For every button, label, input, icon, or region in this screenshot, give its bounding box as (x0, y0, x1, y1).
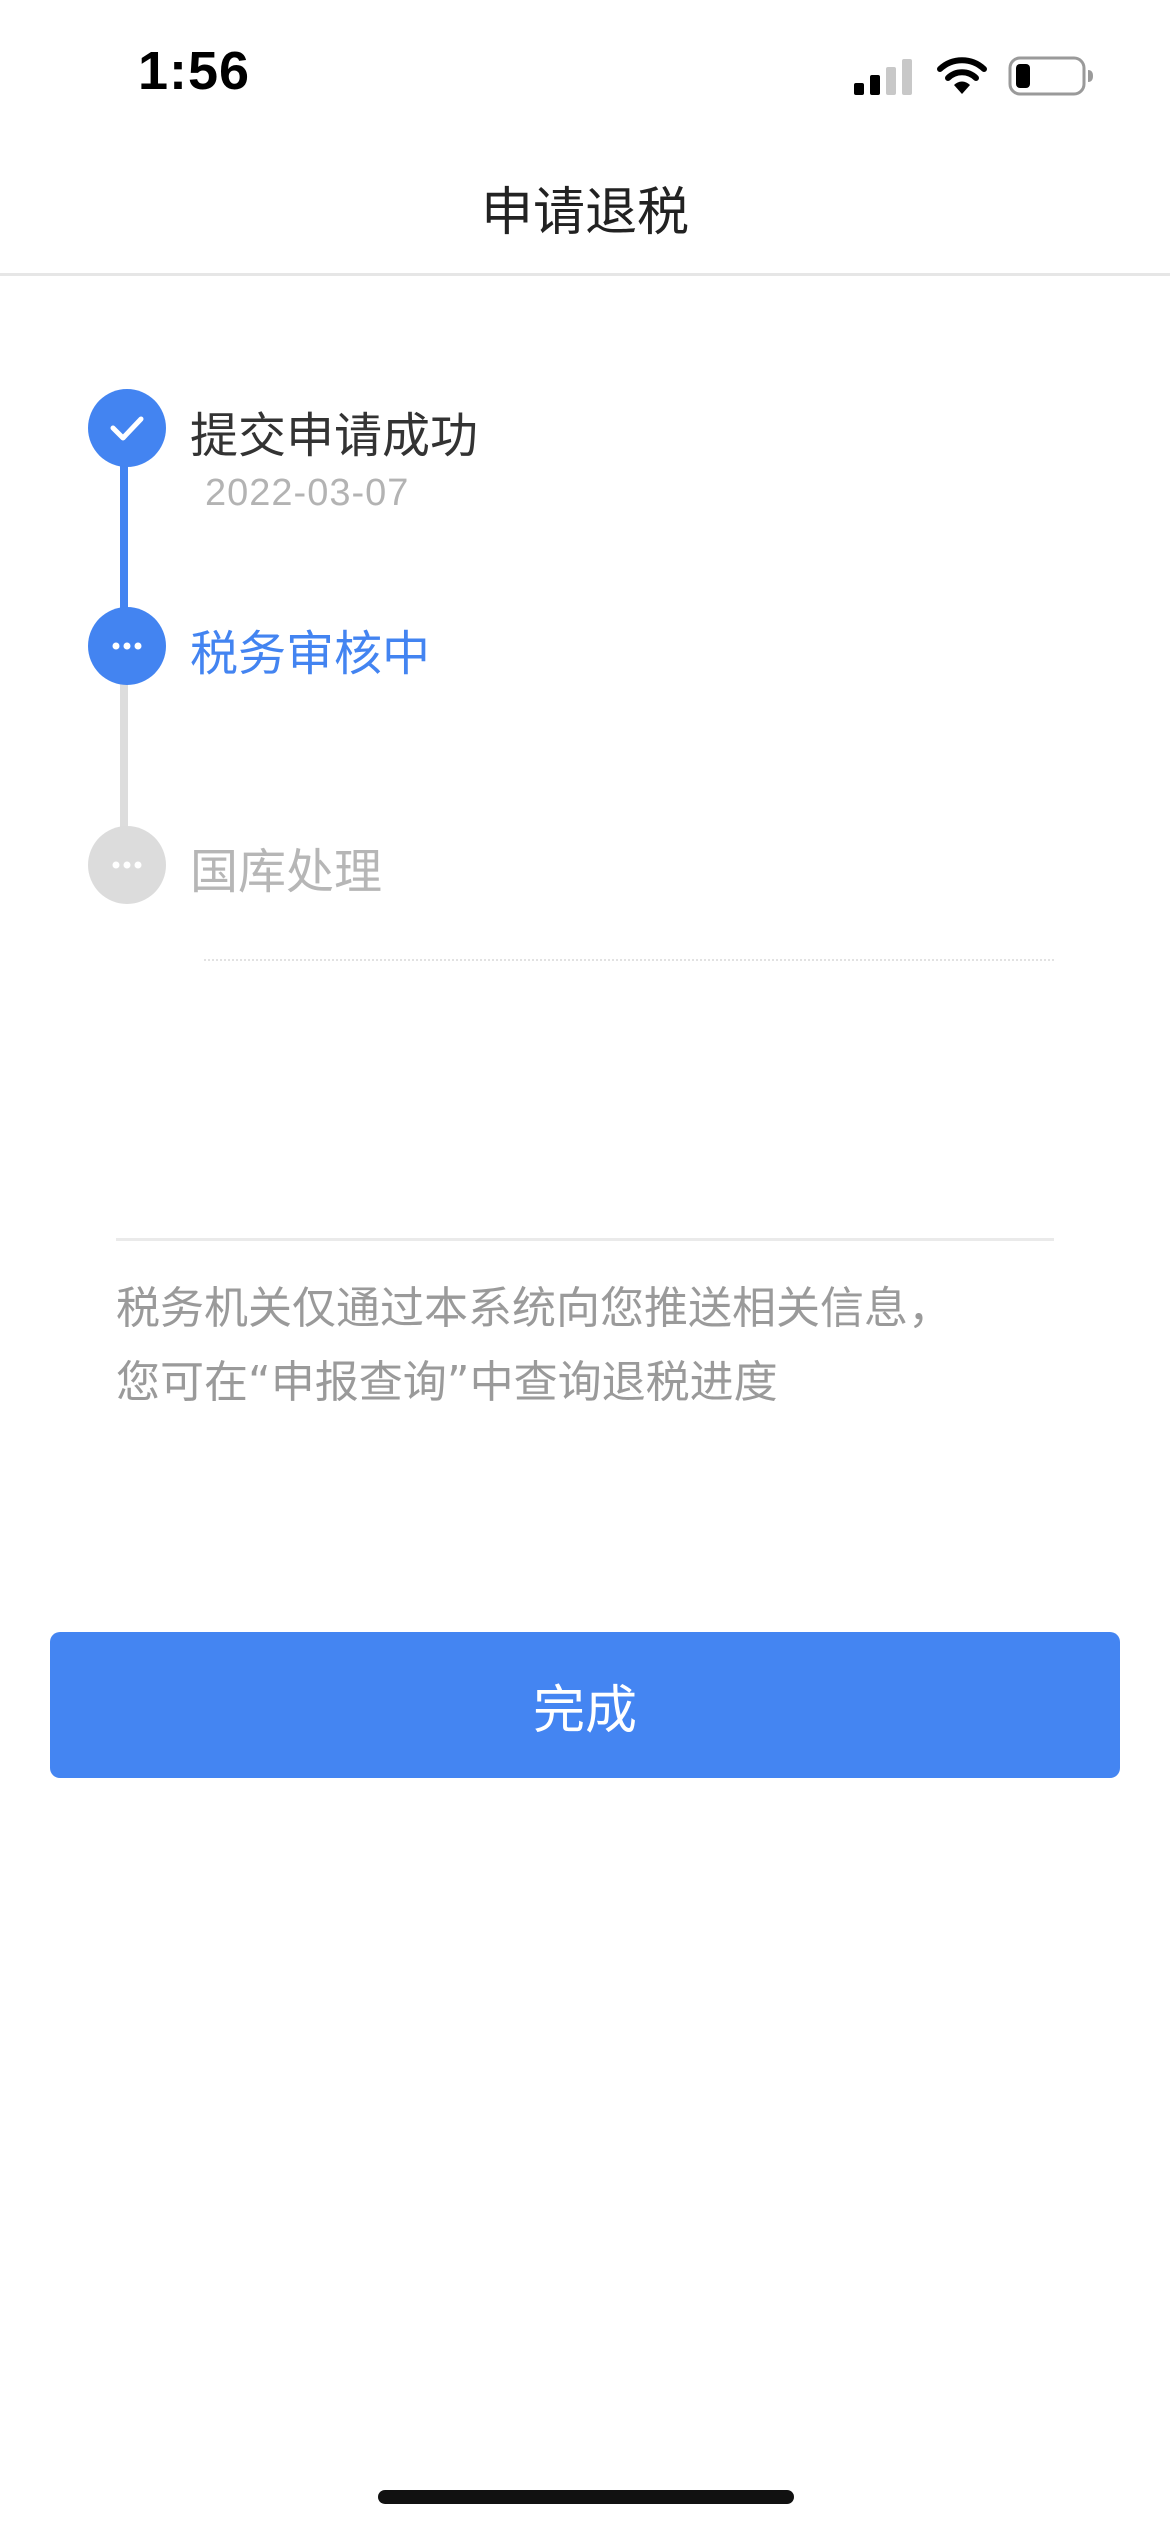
page-title: 申请退税 (480, 183, 689, 243)
home-indicator[interactable] (378, 2490, 794, 2504)
step-3-status-dot (88, 826, 166, 904)
wifi-icon (937, 57, 987, 94)
refund-notice: 税务机关仅通过本系统向您推送相关信息， 您可在“申报查询”中查询退税进度 (116, 1272, 1076, 1420)
step-1-label: 提交申请成功 (190, 408, 479, 464)
nav-bar: 申请退税 (0, 150, 1170, 276)
ellipsis-icon (112, 642, 142, 650)
notice-line-1: 税务机关仅通过本系统向您推送相关信息， (116, 1283, 952, 1334)
step-2-label: 税务审核中 (190, 626, 431, 682)
status-bar: 1:56 (0, 0, 1170, 150)
section-divider (116, 1238, 1054, 1241)
ellipsis-icon (112, 861, 142, 869)
battery-icon (1008, 56, 1093, 96)
status-time: 1:56 (138, 41, 251, 101)
notice-line-2: 您可在“申报查询”中查询退税进度 (116, 1357, 778, 1408)
cellular-signal-icon (854, 59, 912, 95)
step-2-status-dot (88, 607, 166, 685)
refund-progress-timeline: 提交申请成功 2022-03-07 税务审核中 国库处理 (0, 276, 1170, 976)
step-1-date: 2022-03-07 (205, 472, 410, 514)
step-1-status-dot (88, 389, 166, 467)
done-button[interactable]: 完成 (50, 1632, 1120, 1778)
step-3-label: 国库处理 (190, 844, 383, 900)
checkmark-icon (110, 416, 144, 441)
timeline-divider (204, 959, 1054, 961)
